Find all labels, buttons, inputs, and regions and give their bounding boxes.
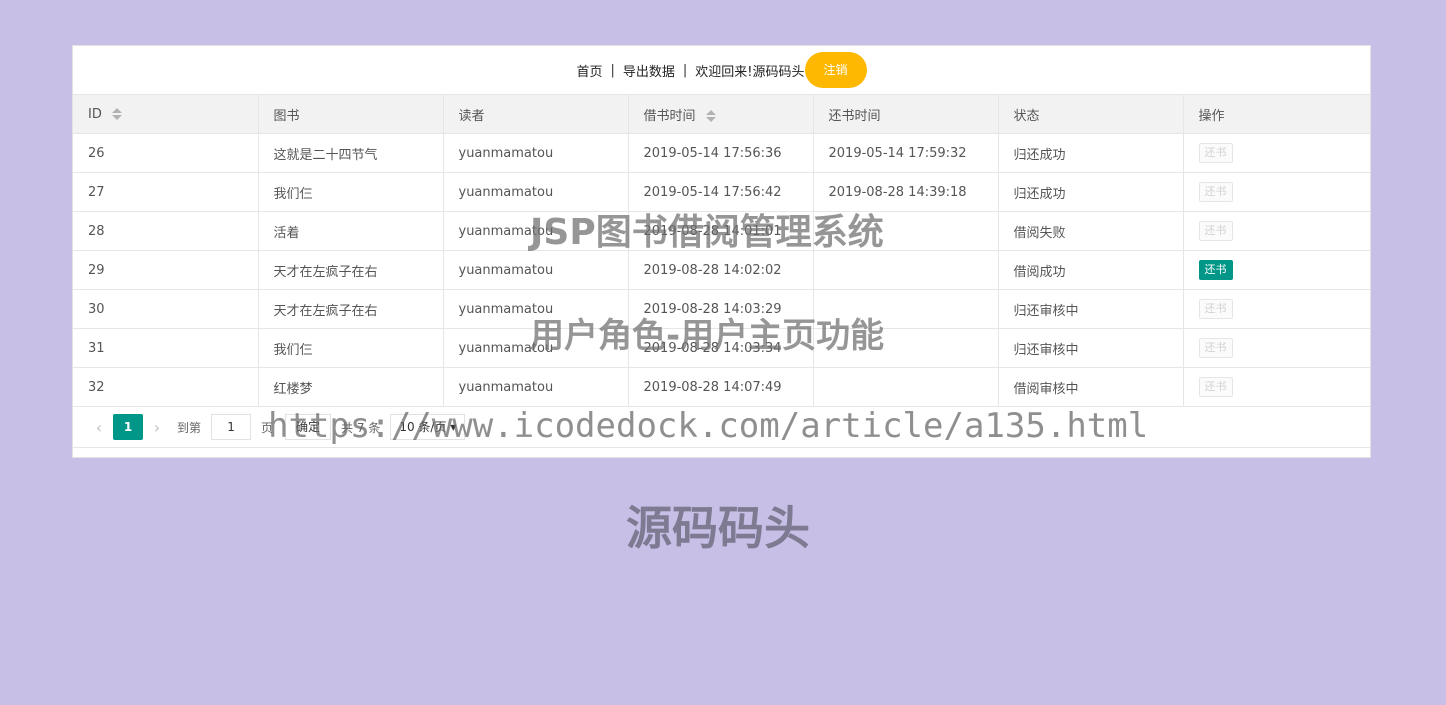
cell-id: 28 (73, 211, 259, 251)
col-header-return-time: 还书时间 (812, 94, 999, 134)
cell-return-time: 2019-05-14 17:59:32 (812, 133, 999, 173)
username: 源码码头 (752, 64, 805, 80)
cell-status: 借阅失败 (997, 211, 1184, 251)
nav-separator: | (682, 62, 688, 78)
col-header-reader: 读者 (442, 94, 629, 134)
col-header-id[interactable]: ID (73, 94, 259, 134)
cell-reader: yuanmamatou (442, 250, 629, 290)
nav-separator: | (610, 62, 615, 78)
nav-export-link[interactable]: 导出数据 (623, 61, 675, 80)
logout-button[interactable]: 注销 (804, 52, 867, 88)
cell-borrow-time: 2019-08-28 14:03:29 (627, 289, 814, 329)
cell-id: 27 (73, 172, 259, 212)
page-unit-label: 页 (261, 420, 274, 435)
col-header-status: 状态 (997, 94, 1184, 134)
cell-return-time (812, 289, 999, 329)
cell-reader: yuanmamatou (442, 289, 629, 329)
cell-borrow-time: 2019-08-28 14:02:02 (627, 250, 814, 290)
return-book-button-disabled: 还书 (1198, 143, 1233, 163)
return-book-button-disabled: 还书 (1198, 182, 1233, 202)
cell-reader: yuanmamatou (442, 328, 629, 368)
cell-action: 还书 (1182, 211, 1370, 251)
cell-return-time (812, 211, 999, 251)
cell-return-time: 2019-08-28 14:39:18 (812, 172, 999, 212)
goto-label: 到第 (177, 420, 202, 435)
cell-id: 30 (73, 289, 259, 329)
cell-status: 归还审核中 (997, 289, 1184, 329)
table-row: 30 天才在左疯子在右 yuanmamatou 2019-08-28 14:03… (73, 289, 1370, 329)
col-header-action: 操作 (1182, 94, 1370, 134)
cell-book: 天才在左疯子在右 (257, 289, 444, 329)
cell-status: 借阅审核中 (997, 367, 1184, 407)
cell-status: 归还成功 (997, 172, 1184, 212)
cell-id: 26 (73, 133, 259, 173)
borrow-records-table: ID 图书 读者 借书时间 还书时间 状态 操作 26 这就是二十四节气 yua… (73, 94, 1370, 407)
nav-home-link[interactable]: 首页 (576, 61, 602, 80)
watermark-brand: 源码码头 (626, 501, 810, 555)
table-row: 32 红楼梦 yuanmamatou 2019-08-28 14:07:49 借… (73, 367, 1370, 407)
cell-borrow-time: 2019-08-28 14:01:01 (627, 211, 814, 251)
table-row: 31 我们仨 yuanmamatou 2019-08-28 14:03:34 归… (73, 328, 1370, 368)
return-book-button-disabled: 还书 (1198, 299, 1233, 319)
table-header-row: ID 图书 读者 借书时间 还书时间 状态 操作 (73, 94, 1370, 134)
cell-book: 我们仨 (257, 328, 444, 368)
cell-action: 还书 (1182, 367, 1370, 407)
cell-borrow-time: 2019-05-14 17:56:42 (627, 172, 814, 212)
cell-action: 还书 (1182, 172, 1370, 212)
cell-book: 活着 (257, 211, 444, 251)
return-book-button[interactable]: 还书 (1198, 260, 1233, 280)
cell-action: 还书 (1182, 133, 1370, 173)
cell-return-time (812, 328, 999, 368)
cell-status: 归还成功 (997, 133, 1184, 173)
table-row: 28 活着 yuanmamatou 2019-08-28 14:01:01 借阅… (73, 211, 1370, 251)
return-book-button-disabled: 还书 (1198, 221, 1233, 241)
cell-book: 我们仨 (257, 172, 444, 212)
goto-page-input[interactable]: 1 (211, 414, 252, 440)
caret-down-icon: ▾ (450, 420, 457, 434)
return-book-button-disabled: 还书 (1198, 338, 1233, 358)
cell-id: 31 (73, 328, 259, 368)
cell-book: 天才在左疯子在右 (257, 250, 444, 290)
cell-book: 红楼梦 (257, 367, 444, 407)
sort-icon[interactable] (111, 107, 122, 121)
cell-id: 29 (73, 250, 259, 290)
cell-return-time (812, 250, 999, 290)
main-panel: 首页 | 导出数据 | 欢迎回来! 源码码头 注销 ID 图书 读者 借书时间 … (72, 45, 1371, 458)
pagination: ‹ 1 › 到第 1 页 确定 共 7 条 10 条/页 ▾ (73, 407, 1370, 448)
table-row: 29 天才在左疯子在右 yuanmamatou 2019-08-28 14:02… (73, 250, 1370, 290)
goto-confirm-button[interactable]: 确定 (285, 414, 332, 440)
cell-reader: yuanmamatou (442, 211, 629, 251)
table-row: 27 我们仨 yuanmamatou 2019-05-14 17:56:42 2… (73, 172, 1370, 212)
col-header-book: 图书 (257, 94, 444, 134)
cell-action: 还书 (1182, 250, 1370, 290)
top-nav: 首页 | 导出数据 | 欢迎回来! 源码码头 注销 (73, 46, 1370, 94)
col-header-borrow-time[interactable]: 借书时间 (627, 94, 814, 134)
cell-status: 借阅成功 (997, 250, 1184, 290)
cell-action: 还书 (1182, 328, 1370, 368)
table-row: 26 这就是二十四节气 yuanmamatou 2019-05-14 17:56… (73, 133, 1370, 173)
cell-action: 还书 (1182, 289, 1370, 329)
cell-return-time (812, 367, 999, 407)
cell-id: 32 (73, 367, 259, 407)
cell-borrow-time: 2019-08-28 14:03:34 (627, 328, 814, 368)
cell-reader: yuanmamatou (442, 367, 629, 407)
cell-borrow-time: 2019-08-28 14:07:49 (627, 367, 814, 407)
chevron-left-icon[interactable]: ‹ (87, 418, 111, 437)
return-book-button-disabled: 还书 (1198, 377, 1233, 397)
cell-reader: yuanmamatou (442, 172, 629, 212)
cell-borrow-time: 2019-05-14 17:56:36 (627, 133, 814, 173)
welcome-text: 欢迎回来! (695, 64, 753, 80)
page-number-current[interactable]: 1 (113, 414, 143, 440)
chevron-right-icon[interactable]: › (145, 418, 169, 437)
cell-reader: yuanmamatou (442, 133, 629, 173)
page-size-select[interactable]: 10 条/页 ▾ (390, 414, 466, 440)
cell-book: 这就是二十四节气 (257, 133, 444, 173)
cell-status: 归还审核中 (997, 328, 1184, 368)
sort-icon[interactable] (705, 109, 716, 123)
total-count: 共 7 条 (341, 420, 381, 435)
